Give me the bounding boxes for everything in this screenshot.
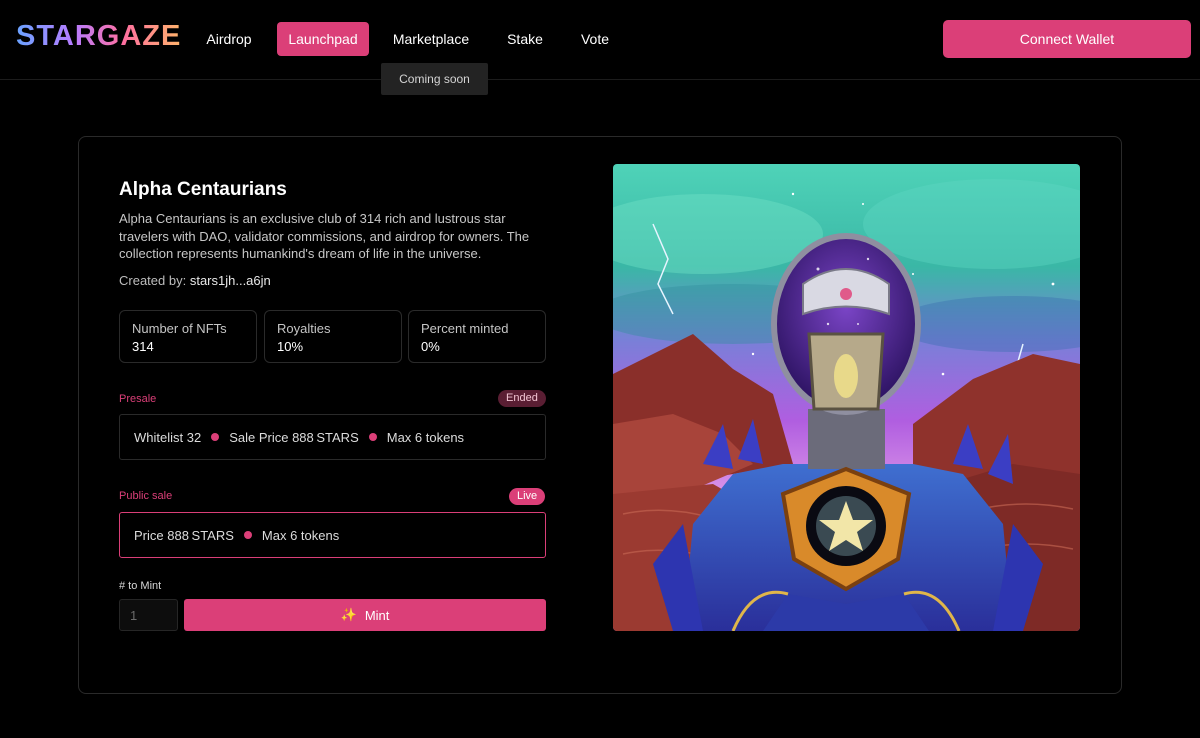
stat-value: 10% <box>277 339 304 354</box>
stat-value: 314 <box>132 339 154 354</box>
public-sale-max: Max 6 tokens <box>261 527 340 543</box>
stat-value: 0% <box>421 339 440 354</box>
stat-number-of-nfts: Number of NFTs 314 <box>119 310 257 363</box>
mint-button-label: Mint <box>364 607 390 623</box>
stat-royalties: Royalties 10% <box>264 310 402 363</box>
public-sale-price: Price 888 STARS <box>134 527 234 543</box>
nft-artwork-image <box>613 164 1080 631</box>
stat-label: Number of NFTs <box>132 321 227 336</box>
created-by-label: Created by: <box>119 273 187 288</box>
nav-airdrop[interactable]: Airdrop <box>193 22 265 56</box>
nav-marketplace[interactable]: Marketplace <box>381 22 481 56</box>
presale-status-badge: Ended <box>498 390 546 407</box>
nav-launchpad[interactable]: Launchpad <box>277 22 369 56</box>
sparkle-icon: ✨ <box>340 607 357 622</box>
presale-label: Presale <box>119 393 157 405</box>
presale-whitelist: Whitelist 32 <box>134 429 202 445</box>
presale-info-box: Whitelist 32 Sale Price 888 STARS Max 6 … <box>119 414 546 460</box>
creator-address[interactable]: stars1jh...a6jn <box>190 273 271 288</box>
separator-dot <box>243 531 252 539</box>
mint-quantity-label: # to Mint <box>119 580 162 592</box>
presale-max: Max 6 tokens <box>386 429 465 445</box>
top-nav-bar: STARGAZE Airdrop Launchpad Marketplace S… <box>0 0 1200 80</box>
mint-quantity-input[interactable] <box>119 599 178 631</box>
creator-line: Created by: stars1jh...a6jn <box>119 273 271 288</box>
public-sale-label: Public sale <box>119 490 173 502</box>
stat-percent-minted: Percent minted 0% <box>408 310 546 363</box>
coming-soon-tooltip: Coming soon <box>381 63 488 95</box>
collection-title: Alpha Centaurians <box>119 179 287 200</box>
mint-button[interactable]: ✨ Mint <box>184 599 546 631</box>
nav-vote[interactable]: Vote <box>569 22 621 56</box>
public-sale-status-badge: Live <box>509 488 546 505</box>
public-sale-info-box: Price 888 STARS Max 6 tokens <box>119 512 546 558</box>
connect-wallet-button[interactable]: Connect Wallet <box>943 20 1191 58</box>
stargaze-logo[interactable]: STARGAZE <box>16 20 181 53</box>
separator-dot <box>368 433 377 441</box>
nav-stake[interactable]: Stake <box>496 22 554 56</box>
stat-label: Royalties <box>277 321 331 336</box>
stat-label: Percent minted <box>421 321 509 336</box>
presale-price: Sale Price 888 STARS <box>229 429 359 445</box>
collection-description: Alpha Centaurians is an exclusive club o… <box>119 211 530 261</box>
separator-dot <box>211 433 220 441</box>
